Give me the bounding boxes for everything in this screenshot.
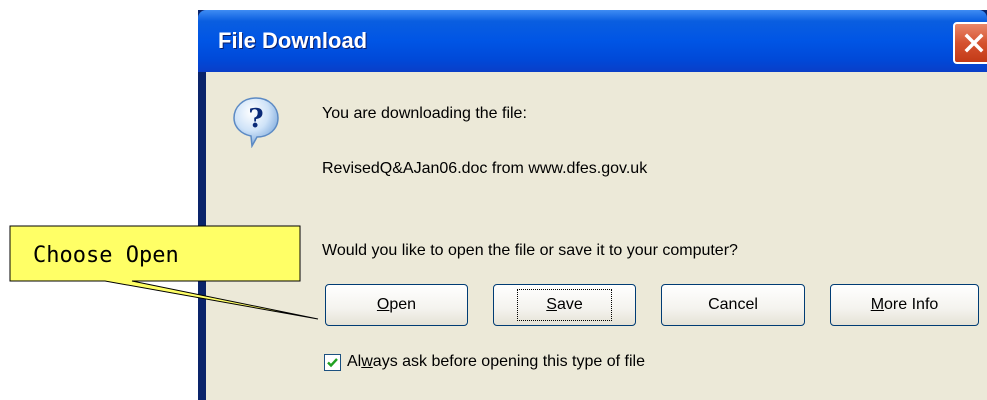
- always-ask-label-pre: Al: [347, 353, 362, 370]
- more-info-button[interactable]: More Info: [830, 284, 979, 326]
- callout-text: Choose Open: [33, 243, 179, 268]
- save-button[interactable]: Save: [493, 284, 636, 326]
- always-ask-label-post: ays ask before opening this type of file: [372, 353, 645, 370]
- always-ask-row[interactable]: Always ask before opening this type of f…: [324, 353, 645, 371]
- question-icon: ?: [233, 97, 279, 148]
- question-text: Would you like to open the file or save …: [322, 242, 738, 259]
- always-ask-accel: w: [361, 353, 373, 370]
- svg-text:?: ?: [248, 104, 263, 134]
- window-title: File Download: [218, 28, 368, 53]
- cancel-button[interactable]: Cancel: [661, 284, 805, 326]
- title-bar[interactable]: File Download: [198, 10, 987, 72]
- checkmark-icon: [327, 357, 338, 367]
- save-label-rest: ave: [556, 296, 583, 313]
- file-info-text: RevisedQ&AJan06.doc from www.dfes.gov.uk: [322, 160, 648, 177]
- download-intro-text: You are downloading the file:: [322, 105, 527, 122]
- more-info-accel: M: [870, 296, 885, 313]
- save-accel: S: [546, 296, 557, 313]
- close-button[interactable]: [953, 22, 987, 64]
- open-button[interactable]: Open: [325, 284, 468, 326]
- always-ask-label: Always ask before opening this type of f…: [347, 353, 645, 371]
- dialog-body: ? You are downloading the file: RevisedQ…: [206, 72, 987, 400]
- close-icon: [964, 33, 984, 53]
- always-ask-checkbox[interactable]: [324, 353, 341, 371]
- open-accel: O: [376, 296, 390, 313]
- open-label-rest: pen: [389, 296, 417, 313]
- file-download-dialog: File Download ? You are downloading the …: [198, 10, 987, 400]
- more-info-label-rest: ore Info: [884, 296, 939, 313]
